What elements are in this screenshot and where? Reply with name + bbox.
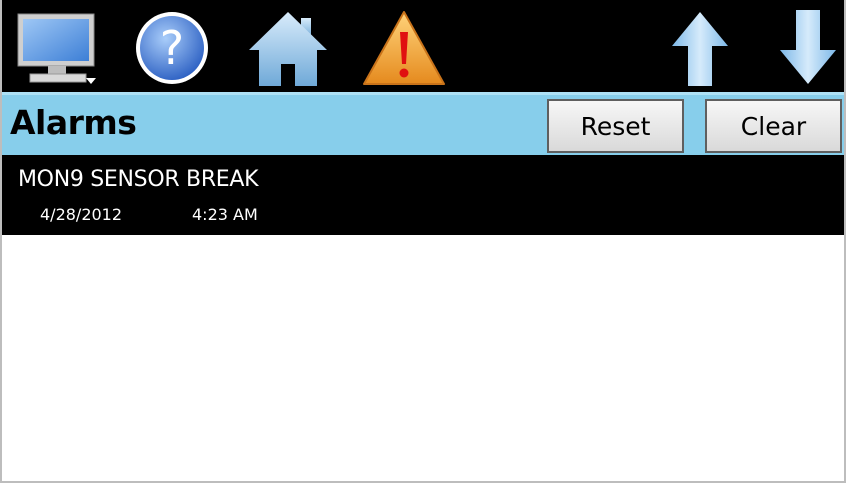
alarm-list-item[interactable]: MON9 SENSOR BREAK 4/28/2012 4:23 AM (2, 155, 844, 235)
arrow-down-icon (780, 10, 836, 84)
clear-button[interactable]: Clear (705, 99, 842, 153)
toolbar: ? (2, 0, 844, 92)
alarm-date: 4/28/2012 (40, 205, 123, 224)
reset-button[interactable]: Reset (547, 99, 684, 153)
alarm-list: MON9 SENSOR BREAK 4/28/2012 4:23 AM (2, 155, 844, 481)
monitor-button[interactable] (14, 6, 100, 90)
help-button[interactable]: ? (132, 6, 212, 90)
home-button[interactable] (247, 6, 329, 90)
scroll-up-button[interactable] (670, 6, 730, 90)
arrow-up-icon (672, 12, 728, 86)
alarm-time: 4:23 AM (192, 205, 258, 224)
title-bar: Alarms Reset Clear (2, 92, 844, 155)
home-icon (249, 12, 327, 86)
monitor-icon (17, 13, 96, 84)
alarms-screen: ? Alarms Reset Clear MON9 SENSOR BREAK 4… (0, 0, 846, 483)
alarm-warning-icon (363, 11, 445, 85)
help-icon: ? (136, 12, 208, 84)
page-title: Alarms (10, 103, 137, 142)
alarm-button[interactable] (362, 6, 446, 90)
svg-text:?: ? (160, 21, 184, 75)
alarm-name: MON9 SENSOR BREAK (18, 167, 259, 192)
scroll-down-button[interactable] (778, 6, 838, 90)
